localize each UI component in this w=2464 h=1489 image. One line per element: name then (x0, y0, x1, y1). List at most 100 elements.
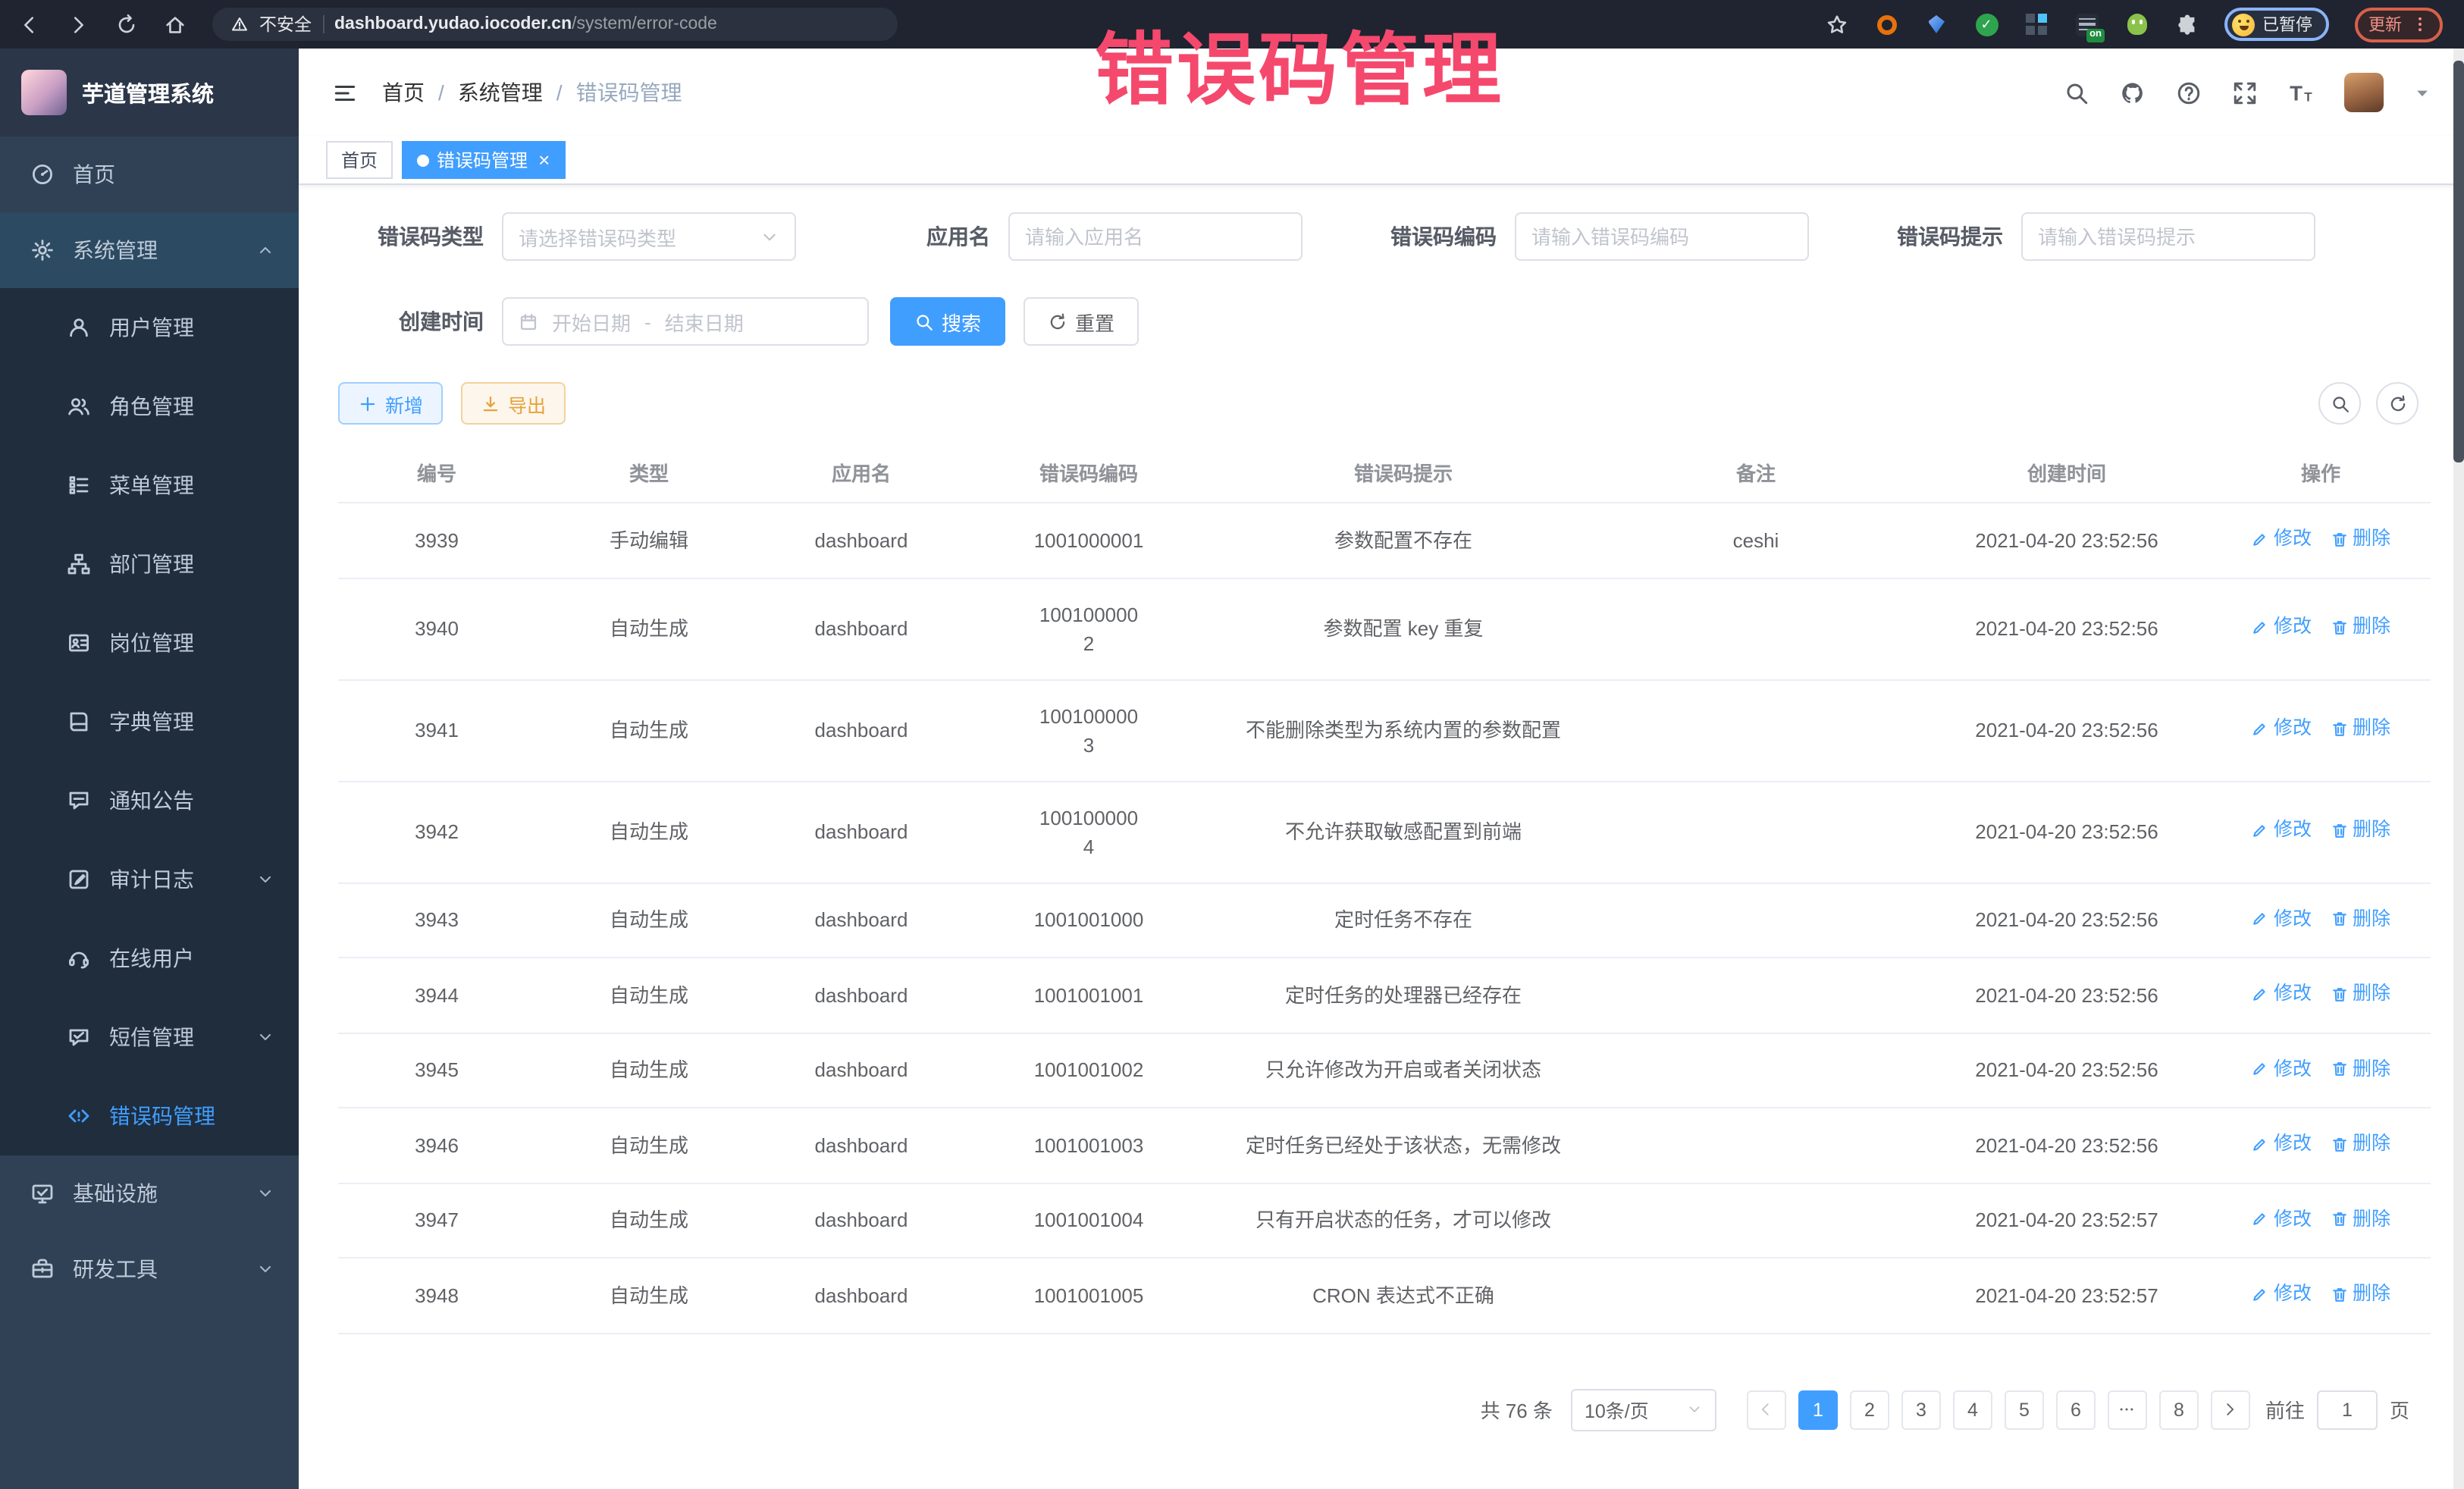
page-button-4[interactable]: 4 (1953, 1390, 1992, 1429)
page-button-5[interactable]: 5 (2005, 1390, 2044, 1429)
breadcrumb-home[interactable]: 首页 (382, 77, 425, 108)
cell-code: 1001001001 (960, 958, 1218, 1033)
security-label[interactable]: 不安全 (259, 12, 312, 36)
page-size-select[interactable]: 10条/页 (1571, 1388, 1716, 1431)
delete-link[interactable]: 删除 (2330, 525, 2390, 553)
cell-memo (1589, 1033, 1923, 1108)
font-size-icon[interactable]: TT (2288, 80, 2314, 105)
next-page-button[interactable] (2211, 1390, 2250, 1429)
more-pages-ellipsis-icon[interactable] (2108, 1390, 2147, 1429)
reset-button[interactable]: 重置 (1024, 297, 1139, 346)
refresh-table-button[interactable] (2376, 382, 2419, 425)
sidebar-item-system[interactable]: 系统管理 (0, 212, 299, 288)
sidebar-item-role[interactable]: 角色管理 (0, 367, 299, 446)
search-button[interactable]: 搜索 (890, 297, 1005, 346)
goto-page-input[interactable] (2317, 1390, 2378, 1429)
sidebar-item-infra[interactable]: 基础设施 (0, 1155, 299, 1231)
delete-link[interactable]: 删除 (2330, 1130, 2390, 1158)
sms-icon (67, 1025, 91, 1049)
edit-link[interactable]: 修改 (2251, 1055, 2312, 1083)
search-icon[interactable] (2064, 80, 2089, 105)
edit-link[interactable]: 修改 (2251, 817, 2312, 845)
page-button-3[interactable]: 3 (1901, 1390, 1941, 1429)
delete-link[interactable]: 删除 (2330, 715, 2390, 744)
app-name-input[interactable] (1008, 212, 1303, 261)
column-header: 操作 (2211, 446, 2431, 503)
page-button-2[interactable]: 2 (1850, 1390, 1889, 1429)
sidebar-item-user[interactable]: 用户管理 (0, 288, 299, 367)
export-button[interactable]: 导出 (461, 382, 566, 425)
address-bar[interactable]: 不安全 dashboard.yudao.iocoder.cn/system/er… (212, 8, 898, 41)
page-button-1[interactable]: 1 (1798, 1390, 1838, 1429)
edit-link[interactable]: 修改 (2251, 1130, 2312, 1158)
cell-type: 自动生成 (535, 578, 763, 679)
extension-orange-icon[interactable] (1874, 12, 1898, 36)
forward-icon[interactable] (67, 13, 89, 36)
delete-link[interactable]: 删除 (2330, 613, 2390, 642)
sidebar-item-audit-log[interactable]: 审计日志 (0, 840, 299, 919)
extension-green-check-icon[interactable] (1974, 12, 1998, 36)
fullscreen-icon[interactable] (2232, 80, 2258, 105)
edit-link[interactable]: 修改 (2251, 1205, 2312, 1234)
avatar-caret-down-icon[interactable] (2414, 84, 2431, 101)
edit-pencil-icon (2251, 1285, 2269, 1303)
edit-link[interactable]: 修改 (2251, 525, 2312, 553)
edit-link[interactable]: 修改 (2251, 613, 2312, 642)
edit-link[interactable]: 修改 (2251, 715, 2312, 744)
delete-link[interactable]: 删除 (2330, 1280, 2390, 1309)
app-logo[interactable]: 芋道管理系统 (0, 49, 299, 136)
error-type-select[interactable]: 请选择错误码类型 (502, 212, 796, 261)
delete-link[interactable]: 删除 (2330, 1055, 2390, 1083)
extension-ghost-icon[interactable] (2124, 12, 2149, 36)
add-button[interactable]: 新增 (338, 382, 443, 425)
edit-link[interactable]: 修改 (2251, 1280, 2312, 1309)
browser-menu-dots-icon[interactable] (2411, 15, 2429, 33)
github-icon[interactable] (2120, 80, 2146, 105)
sidebar-item-online-user[interactable]: 在线用户 (0, 919, 299, 998)
column-header: 类型 (535, 446, 763, 503)
page-button-6[interactable]: 6 (2056, 1390, 2096, 1429)
sidebar-item-home[interactable]: 首页 (0, 136, 299, 212)
page-button-8[interactable]: 8 (2159, 1390, 2199, 1429)
error-hint-input[interactable] (2021, 212, 2315, 261)
extension-proxy-on-icon[interactable]: on (2074, 12, 2099, 36)
delete-link-label: 删除 (2353, 817, 2390, 845)
delete-link[interactable]: 删除 (2330, 904, 2390, 933)
scrollbar[interactable] (2453, 49, 2464, 1489)
prev-page-button[interactable] (1747, 1390, 1786, 1429)
back-icon[interactable] (18, 13, 41, 36)
toggle-search-button[interactable] (2318, 382, 2361, 425)
user-avatar[interactable] (2344, 73, 2384, 112)
tab-home[interactable]: 首页 (326, 141, 393, 179)
sidebar-collapse-icon[interactable] (332, 80, 358, 105)
home-icon[interactable] (164, 13, 187, 36)
reload-icon[interactable] (115, 13, 138, 36)
help-icon[interactable] (2176, 80, 2202, 105)
extension-tab-grid-icon[interactable] (2024, 12, 2049, 36)
sidebar-item-error-code[interactable]: 错误码管理 (0, 1077, 299, 1155)
edit-link[interactable]: 修改 (2251, 980, 2312, 1008)
edit-link-label: 修改 (2274, 1280, 2312, 1309)
browser-update-button[interactable]: 更新 (2355, 7, 2443, 42)
delete-link[interactable]: 删除 (2330, 817, 2390, 845)
scrollbar-thumb[interactable] (2453, 61, 2464, 462)
sidebar-item-dict[interactable]: 字典管理 (0, 682, 299, 761)
delete-link[interactable]: 删除 (2330, 980, 2390, 1008)
sidebar-item-dev-tool[interactable]: 研发工具 (0, 1231, 299, 1307)
close-tab-icon[interactable]: × (538, 150, 550, 170)
edit-link[interactable]: 修改 (2251, 904, 2312, 933)
tab-error-code[interactable]: 错误码管理× (402, 141, 565, 179)
sidebar-item-sms[interactable]: 短信管理 (0, 998, 299, 1077)
sidebar-item-post[interactable]: 岗位管理 (0, 603, 299, 682)
profile-paused-badge[interactable]: 已暂停 (2224, 8, 2329, 41)
sidebar-item-dept[interactable]: 部门管理 (0, 525, 299, 603)
create-time-range-picker[interactable]: 开始日期 - 结束日期 (502, 297, 869, 346)
sidebar-item-menu[interactable]: 菜单管理 (0, 446, 299, 525)
extension-gem-icon[interactable] (1924, 12, 1948, 36)
delete-link[interactable]: 删除 (2330, 1205, 2390, 1234)
breadcrumb-system[interactable]: 系统管理 (458, 77, 543, 108)
bookmark-star-icon[interactable] (1826, 13, 1848, 36)
error-code-input[interactable] (1515, 212, 1809, 261)
extensions-puzzle-icon[interactable] (2174, 12, 2199, 36)
sidebar-item-notice[interactable]: 通知公告 (0, 761, 299, 840)
